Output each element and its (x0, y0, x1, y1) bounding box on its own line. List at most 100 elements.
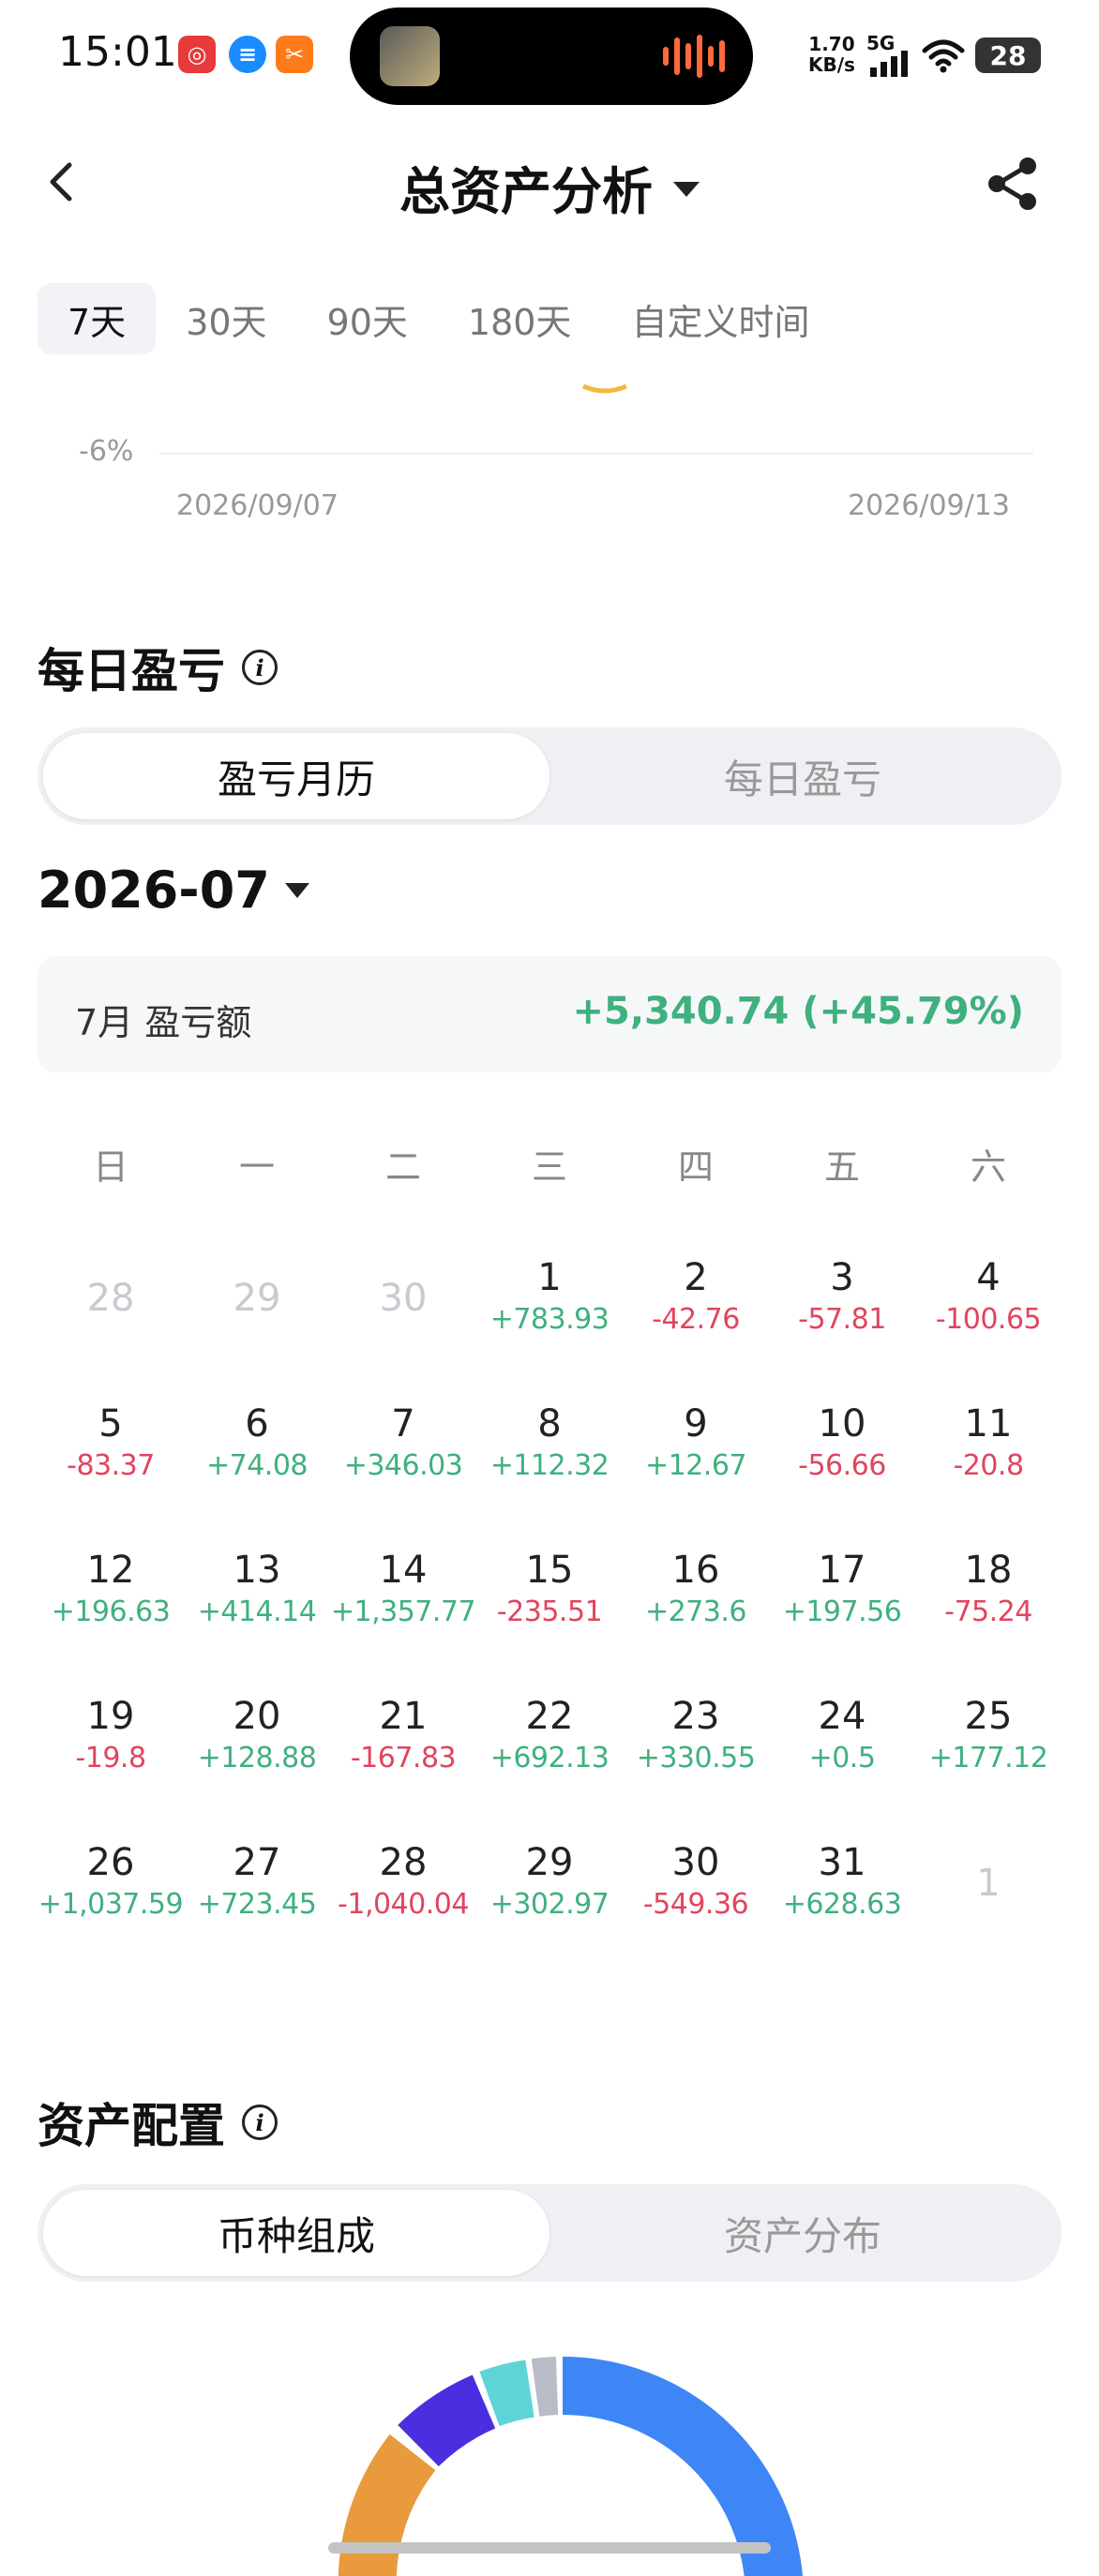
chart-y-label: -6% (79, 435, 134, 468)
month-label: 2026-07 (38, 861, 270, 920)
day-number: 25 (964, 1695, 1013, 1738)
calendar-day[interactable]: 8 +112.32 (476, 1400, 623, 1485)
calendar-day[interactable]: 27 +723.45 (184, 1839, 330, 1924)
period-tabs: 7天 30天 90天 180天 自定义时间 (38, 283, 839, 354)
day-pnl-value: +1,357.77 (330, 1595, 476, 1628)
calendar-day[interactable]: 5 -83.37 (38, 1400, 184, 1485)
segment-currency-composition[interactable]: 币种组成 (43, 2190, 550, 2276)
dynamic-island[interactable] (350, 7, 753, 105)
allocation-donut-chart[interactable] (319, 2334, 806, 2576)
day-number: 9 (684, 1402, 708, 1445)
calendar-day[interactable]: 3 -57.81 (769, 1254, 915, 1339)
calendar-day[interactable]: 21 -167.83 (330, 1693, 476, 1777)
share-button[interactable] (983, 154, 1043, 214)
calendar-day[interactable]: 2 -42.76 (623, 1254, 769, 1339)
calendar-day[interactable]: 9 +12.67 (623, 1400, 769, 1485)
calendar-day[interactable]: 23 +330.55 (623, 1693, 769, 1777)
netease-music-icon: ◎ (178, 36, 216, 73)
segment-pnl-calendar[interactable]: 盈亏月历 (43, 733, 550, 819)
day-number: 30 (379, 1277, 428, 1320)
weekday-label: 二 (384, 1146, 421, 1188)
net-speed-value: 1.70 (808, 33, 855, 55)
calendar-day[interactable]: 26 +1,037.59 (38, 1839, 184, 1924)
calendar-day[interactable]: 19 -19.8 (38, 1693, 184, 1777)
calendar-day[interactable]: 20 +128.88 (184, 1693, 330, 1777)
weekday-label: 三 (531, 1146, 567, 1188)
caret-down-icon (284, 882, 309, 898)
status-time: 15:01 (58, 28, 177, 76)
day-number: 26 (86, 1841, 135, 1884)
asset-line-chart[interactable] (0, 375, 1099, 469)
daily-pnl-heading: 每日盈亏 i (38, 634, 278, 701)
calendar-day[interactable]: 13 +414.14 (184, 1547, 330, 1631)
info-icon[interactable]: i (242, 650, 278, 685)
calendar-day[interactable]: 1 +783.93 (476, 1254, 623, 1339)
day-pnl-value: -100.65 (935, 1303, 1042, 1336)
daily-pnl-title: 每日盈亏 (38, 644, 225, 698)
day-pnl-value: -57.81 (798, 1303, 886, 1336)
battery-indicator: 28 (975, 37, 1041, 73)
day-pnl-value: -235.51 (496, 1595, 603, 1628)
tab-custom-time[interactable]: 自定义时间 (601, 283, 839, 354)
calendar-day[interactable]: 17 +197.56 (769, 1547, 915, 1631)
tab-180d[interactable]: 180天 (438, 283, 602, 354)
month-summary-card: 7月 盈亏额 +5,340.74 (+45.79%) (38, 956, 1061, 1072)
calendar-day[interactable]: 10 -56.66 (769, 1400, 915, 1485)
weekday-label: 五 (823, 1146, 860, 1188)
now-playing-artwork (380, 26, 440, 86)
day-number: 29 (233, 1277, 281, 1320)
donut-segment (479, 2359, 535, 2427)
calendar-day[interactable]: 11 -20.8 (915, 1400, 1061, 1485)
day-number: 24 (818, 1695, 866, 1738)
day-number: 3 (830, 1256, 854, 1299)
calendar-day-outside-month: 30 (330, 1275, 476, 1322)
tab-30d[interactable]: 30天 (156, 283, 296, 354)
tab-90d[interactable]: 90天 (297, 283, 438, 354)
day-number: 4 (976, 1256, 1001, 1299)
calendar-day[interactable]: 31 +628.63 (769, 1839, 915, 1924)
summary-value: +5,340.74 (+45.79%) (572, 990, 1024, 1033)
day-number: 22 (525, 1695, 574, 1738)
calendar-day[interactable]: 6 +74.08 (184, 1400, 330, 1485)
info-icon[interactable]: i (242, 2104, 278, 2140)
wifi-icon (922, 39, 965, 73)
day-pnl-value: +177.12 (928, 1742, 1048, 1775)
segment-asset-distribution[interactable]: 资产分布 (550, 2190, 1056, 2276)
home-indicator[interactable] (328, 2542, 771, 2554)
calendar-day[interactable]: 22 +692.13 (476, 1693, 623, 1777)
tab-7d[interactable]: 7天 (38, 283, 157, 354)
calendar-day[interactable]: 30 -549.36 (623, 1839, 769, 1924)
day-number: 18 (964, 1549, 1013, 1592)
calendar-day[interactable]: 14 +1,357.77 (330, 1547, 476, 1631)
day-pnl-value: -83.37 (67, 1449, 155, 1482)
day-pnl-value: +112.32 (489, 1449, 610, 1482)
day-pnl-value: -42.76 (652, 1303, 740, 1336)
day-number: 5 (98, 1402, 123, 1445)
summary-label: 7月 盈亏额 (75, 1002, 252, 1043)
day-number: 21 (379, 1695, 428, 1738)
net-speed: 1.70 KB/s (808, 34, 855, 75)
day-number: 19 (86, 1695, 135, 1738)
day-pnl-value: -1,040.04 (338, 1888, 469, 1921)
page-title[interactable]: 总资产分析 (0, 150, 1099, 224)
calendar-day[interactable]: 25 +177.12 (915, 1693, 1061, 1777)
day-pnl-value: +1,037.59 (38, 1888, 184, 1921)
calendar-day[interactable]: 12 +196.63 (38, 1547, 184, 1631)
calendar-day[interactable]: 15 -235.51 (476, 1547, 623, 1631)
calendar-day[interactable]: 28 -1,040.04 (330, 1839, 476, 1924)
calendar-day[interactable]: 29 +302.97 (476, 1839, 623, 1924)
day-pnl-value: +12.67 (644, 1449, 747, 1482)
day-pnl-value: -56.66 (798, 1449, 886, 1482)
calendar-day[interactable]: 24 +0.5 (769, 1693, 915, 1777)
day-number: 31 (818, 1841, 866, 1884)
calendar-day[interactable]: 7 +346.03 (330, 1400, 476, 1485)
calendar-day[interactable]: 18 -75.24 (915, 1547, 1061, 1631)
calendar-day[interactable]: 4 -100.65 (915, 1254, 1061, 1339)
calendar-day[interactable]: 16 +273.6 (623, 1547, 769, 1631)
day-pnl-value: +330.55 (636, 1742, 756, 1775)
allocation-view-switch: 币种组成 资产分布 (38, 2184, 1061, 2282)
segment-daily-pnl[interactable]: 每日盈亏 (550, 733, 1056, 819)
month-selector[interactable]: 2026-07 (38, 861, 309, 920)
day-number: 16 (671, 1549, 720, 1592)
donut-segment (531, 2357, 559, 2417)
